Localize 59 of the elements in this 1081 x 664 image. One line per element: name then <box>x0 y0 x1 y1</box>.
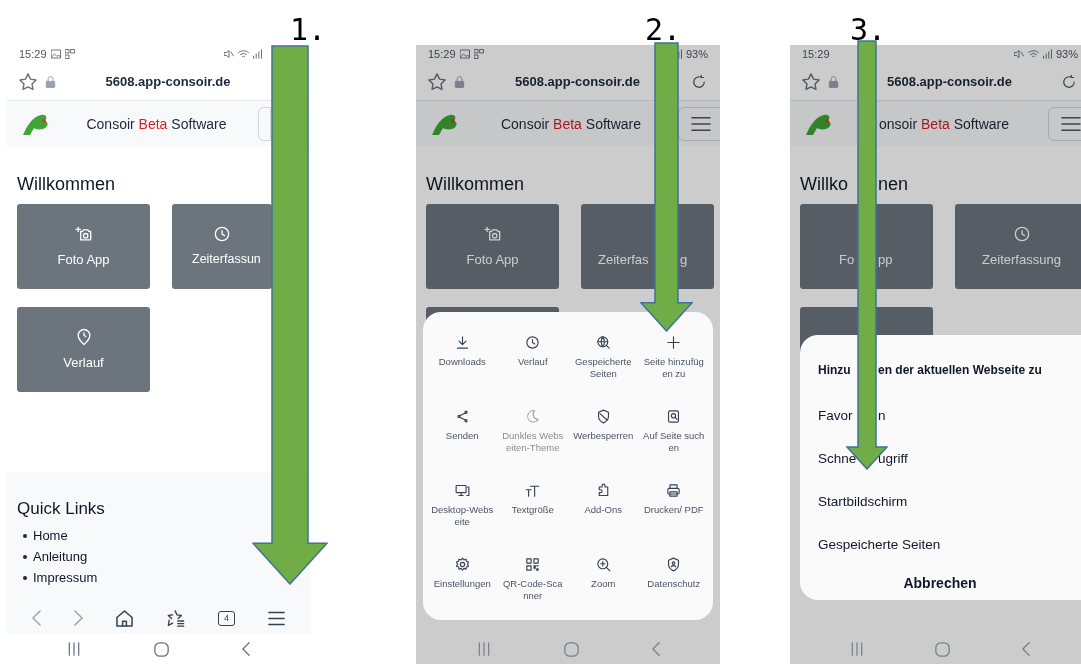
page-heading: nen <box>878 173 909 196</box>
menu-item[interactable]: Zoom <box>568 556 639 628</box>
tile-label: Zeiterfassun <box>191 251 261 269</box>
dialog-option[interactable]: n <box>878 406 886 427</box>
step-number: 2. <box>645 15 682 45</box>
menu-item[interactable]: QR-Code-Scanner <box>497 556 568 628</box>
menu-item[interactable]: Senden <box>427 408 498 480</box>
tile-label: Foto App <box>466 250 519 269</box>
app-tile[interactable]: Foto App <box>17 204 150 289</box>
tile-label: Foto App <box>57 250 110 269</box>
tile-label: Zeiterfas <box>598 250 650 269</box>
cancel-button[interactable]: Abbrechen <box>903 573 977 594</box>
dialog-title: Hinzu <box>818 362 852 379</box>
menu-item[interactable]: Desktop-Webseite <box>427 482 498 554</box>
tile-label: g <box>680 250 688 269</box>
menu-item[interactable]: Seite hinzufügen zu <box>638 334 709 406</box>
site-title: Consoir Beta Software <box>85 114 228 134</box>
tabs-button[interactable]: 4 <box>217 610 235 626</box>
app-tile[interactable]: Zeiterfassun <box>172 204 272 289</box>
step-number: 1. <box>290 15 327 45</box>
quick-link[interactable]: Impressum <box>33 568 98 588</box>
quick-link[interactable]: Home <box>33 526 68 546</box>
address-field[interactable]: 5608.app-consoir.de <box>64 71 272 92</box>
page-heading: Willko <box>800 173 849 196</box>
page-heading: Willkommen <box>426 173 524 196</box>
dialog-option[interactable]: Startbildschirm <box>818 492 908 513</box>
site-title: Consoir Beta Software <box>499 114 643 134</box>
tile-label: pp <box>878 250 893 269</box>
menu-item[interactable]: Verlauf <box>497 334 568 406</box>
address-field[interactable]: 5608.app-consoir.de <box>847 71 1052 92</box>
battery-level: 93% <box>1055 46 1078 62</box>
menu-item[interactable]: Drucken/ PDF <box>638 482 709 554</box>
step-number: 3. <box>850 15 887 45</box>
dialog-option[interactable]: Favor <box>818 406 857 427</box>
address-field[interactable]: 5608.app-consoir.de <box>473 71 682 92</box>
dialog-title: en der aktuellen Webseite zu <box>878 362 1042 379</box>
site-title: onsoir Beta Software <box>879 114 1010 134</box>
menu-item[interactable]: Auf Seite suchen <box>638 408 709 480</box>
menu-item[interactable]: Textgröße <box>497 482 568 554</box>
dialog-option[interactable]: Gespeicherte Seiten <box>818 535 941 556</box>
status-time: 15:29 <box>802 46 830 62</box>
tile-label: Fo <box>839 250 856 269</box>
app-tile[interactable]: Foto App <box>426 204 559 289</box>
menu-item[interactable]: Gespeicherte Seiten <box>568 334 639 406</box>
menu-item[interactable]: Werbesperren <box>568 408 639 480</box>
menu-item[interactable]: Downloads <box>427 334 498 406</box>
tile-label: Zeiterfassung <box>982 250 1061 269</box>
section-heading: Quick Links <box>17 498 106 520</box>
app-tile[interactable]: Zeiterfassung <box>955 204 1081 289</box>
status-time: 15:29 <box>19 46 47 62</box>
menu-item[interactable]: Einstellungen <box>427 556 498 628</box>
status-time: 15:29 <box>428 46 456 62</box>
quick-link[interactable]: Anleitung <box>33 547 88 567</box>
app-tile[interactable]: Verlauf <box>17 307 150 392</box>
menu-item[interactable]: Datenschutz <box>638 556 709 628</box>
page-heading: Willkommen <box>17 173 115 196</box>
menu-item[interactable]: Add-Ons <box>568 482 639 554</box>
battery-level: 93% <box>685 46 708 62</box>
tile-label: Verlauf <box>63 353 104 372</box>
